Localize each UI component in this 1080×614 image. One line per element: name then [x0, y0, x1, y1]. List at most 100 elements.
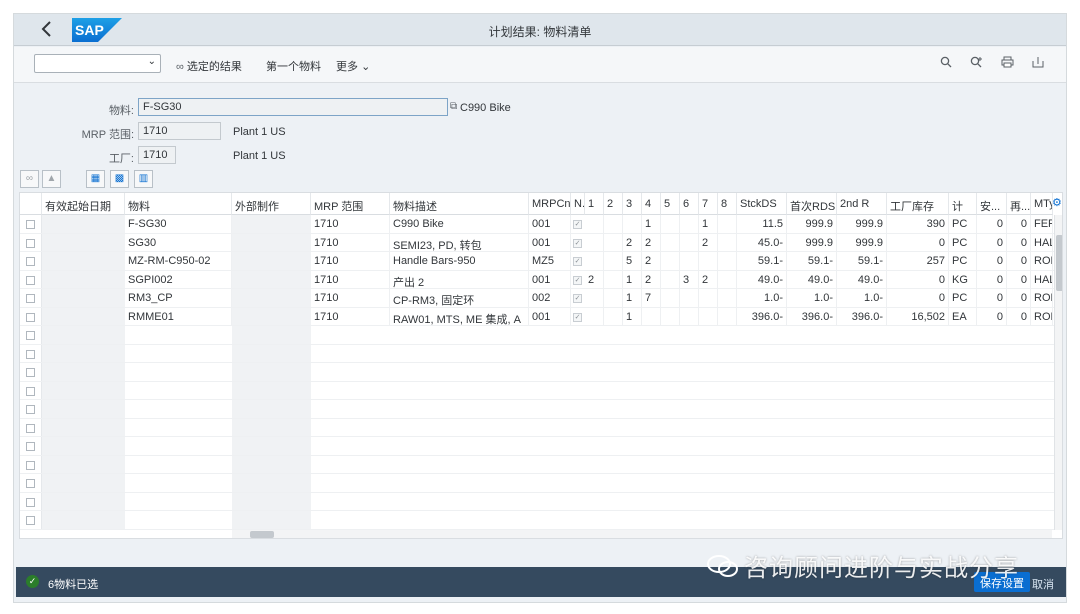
col2-header[interactable]: 2 — [604, 193, 623, 215]
valid-from-header[interactable]: 有效起始日期 — [42, 193, 125, 215]
table-cell — [661, 233, 680, 252]
n-header[interactable]: N. — [571, 193, 585, 215]
table-cell — [718, 252, 737, 271]
export-icon[interactable] — [1032, 56, 1044, 71]
table-cell: 49.0- — [837, 270, 887, 289]
reorder-header[interactable]: 再... — [1007, 193, 1031, 215]
table-cell — [585, 307, 604, 326]
description-header[interactable]: 物料描述 — [390, 193, 529, 215]
external-procurement-header[interactable]: 外部制作 — [232, 193, 311, 215]
readonly-column-bg — [232, 215, 311, 530]
material-field[interactable]: F-SG30 — [138, 98, 448, 116]
selected-results-button[interactable]: ∞ 选定的结果 — [176, 58, 242, 74]
safety-stock-header[interactable]: 安... — [977, 193, 1007, 215]
row-checkbox[interactable] — [26, 257, 35, 266]
search-next-icon[interactable] — [970, 56, 983, 71]
row-checkbox[interactable] — [26, 275, 35, 285]
table-cell — [661, 289, 680, 308]
mrp-area-field[interactable]: 1710 — [138, 122, 221, 140]
col3-header[interactable]: 3 — [623, 193, 642, 215]
table-cell — [585, 252, 604, 271]
row-checkbox[interactable] — [26, 294, 35, 303]
first-rds-header[interactable]: 首次RDS — [787, 193, 837, 215]
plant-field[interactable]: 1710 — [138, 146, 176, 164]
stock-days-header[interactable]: StckDS — [737, 193, 787, 215]
row-checkbox[interactable] — [26, 331, 35, 340]
row-checkbox[interactable] — [26, 405, 35, 414]
table-cell: 1710 — [311, 215, 390, 234]
table-cell: PC — [949, 252, 977, 271]
select-block-button[interactable]: ▩ — [110, 170, 129, 188]
row-divider — [20, 399, 1062, 400]
col7-header[interactable]: 7 — [699, 193, 718, 215]
col1-header[interactable]: 1 — [585, 193, 604, 215]
table-cell: 49.0- — [737, 270, 787, 289]
table-cell — [642, 307, 661, 326]
table-cell: 0 — [977, 270, 1007, 289]
table-cell — [661, 270, 680, 289]
row-checkbox[interactable] — [26, 497, 35, 507]
plant-stock-header[interactable]: 工厂库存 — [887, 193, 949, 215]
more-button[interactable]: 更多 ⌄ — [336, 58, 370, 74]
material-type-header[interactable]: MTyp — [1031, 193, 1053, 215]
select-all-button[interactable]: ▦ — [86, 170, 105, 188]
detail-button[interactable]: ∞ — [20, 170, 39, 188]
unit-header[interactable]: 计 — [949, 193, 977, 215]
row-checkbox[interactable] — [26, 312, 35, 322]
table-cell — [699, 307, 718, 326]
glasses-icon: ∞ — [25, 173, 34, 184]
collapse-button[interactable]: ▲ — [42, 170, 61, 188]
print-icon[interactable] — [1001, 56, 1014, 71]
material-description: C990 Bike — [460, 102, 511, 114]
row-checkbox[interactable] — [26, 479, 35, 488]
table-cell — [718, 289, 737, 308]
table-cell: 0 — [977, 289, 1007, 308]
row-divider — [20, 362, 1062, 363]
table-cell — [699, 289, 718, 308]
horizontal-scrollbar[interactable] — [232, 530, 1052, 538]
cancel-button[interactable]: 取消 — [1032, 576, 1054, 592]
row-checkbox[interactable] — [26, 386, 35, 396]
table-cell — [718, 270, 737, 289]
col4-header[interactable]: 4 — [642, 193, 661, 215]
row-checkbox[interactable] — [26, 423, 35, 433]
table-cell: RM3_CP — [125, 289, 232, 308]
vertical-scrollbar[interactable] — [1054, 215, 1062, 530]
table-cell: 1.0- — [837, 289, 887, 308]
vertical-scroll-thumb[interactable] — [1056, 235, 1062, 291]
watermark-text: 咨询顾问进阶与实战分享 — [744, 555, 1019, 582]
settings-icon[interactable]: ⚙ — [1052, 196, 1062, 209]
readonly-column-bg — [42, 215, 125, 530]
value-help-icon[interactable]: ⧉ — [450, 101, 457, 112]
n-checkbox: ✓ — [573, 238, 582, 248]
row-checkbox[interactable] — [26, 516, 35, 525]
col5-header[interactable]: 5 — [661, 193, 680, 215]
first-material-button[interactable]: 第一个物料 — [266, 58, 321, 74]
row-checkbox[interactable] — [26, 442, 35, 451]
table-cell — [604, 289, 623, 308]
table-cell — [604, 252, 623, 271]
search-icon[interactable] — [940, 56, 952, 71]
second-rds-header[interactable]: 2nd R — [837, 193, 887, 215]
table-cell: 0 — [1007, 233, 1031, 252]
deselect-all-button[interactable]: ▥ — [134, 170, 153, 188]
mrp-controller-header[interactable]: MRPCn — [529, 193, 571, 215]
variant-select[interactable]: ⌄ — [34, 54, 161, 73]
row-checkbox[interactable] — [26, 220, 35, 229]
table-cell: 1 — [623, 307, 642, 326]
table-cell — [585, 233, 604, 252]
col8-header[interactable]: 8 — [718, 193, 737, 215]
mrp-area-header[interactable]: MRP 范围 — [311, 193, 390, 215]
table-cell — [604, 307, 623, 326]
select-block-icon: ▩ — [114, 173, 125, 184]
horizontal-scroll-thumb[interactable] — [250, 531, 274, 538]
material-header[interactable]: 物料 — [125, 193, 232, 215]
row-checkbox[interactable] — [26, 460, 35, 470]
row-checkbox[interactable] — [26, 349, 35, 359]
table-cell: CP-RM3, 固定环 — [390, 289, 529, 308]
table-cell: 396.0- — [837, 307, 887, 326]
select-all-icon: ▦ — [90, 173, 101, 184]
row-checkbox[interactable] — [26, 238, 35, 248]
row-checkbox[interactable] — [26, 368, 35, 377]
col6-header[interactable]: 6 — [680, 193, 699, 215]
